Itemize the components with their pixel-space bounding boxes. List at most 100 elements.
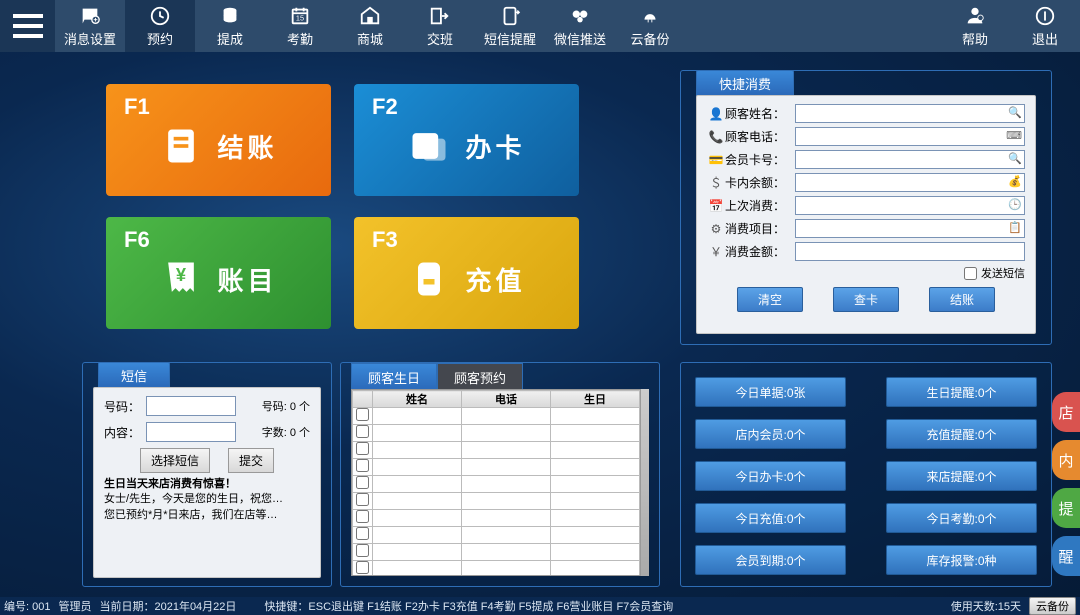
side-tab-2[interactable]: 提 <box>1052 488 1080 528</box>
suffix-icon[interactable]: 💰 <box>1008 175 1022 188</box>
suffix-icon[interactable]: ⌨ <box>1006 129 1022 142</box>
top-right-0[interactable]: 帮助 <box>940 0 1010 52</box>
stat-btn-1[interactable]: 生日提醒:0个 <box>886 377 1037 407</box>
tile-label: 充值 <box>465 261 525 298</box>
stat-btn-0[interactable]: 今日单据:0张 <box>695 377 846 407</box>
row-check[interactable] <box>356 459 369 472</box>
side-tab-3[interactable]: 醒 <box>1052 536 1080 576</box>
stats-panel: 今日单据:0张 生日提醒:0个店内会员:0个 充值提醒:0个今日办卡:0个 来店提醒:… <box>680 362 1052 587</box>
col-header <box>353 391 373 408</box>
stat-btn-8[interactable]: 会员到期:0个 <box>695 545 846 575</box>
table-panel: 顾客生日 顾客预约 姓名电话生日 <box>340 362 660 587</box>
select-sms-button[interactable]: 选择短信 <box>140 448 210 473</box>
submit-sms-button[interactable]: 提交 <box>228 448 274 473</box>
tile-ledger[interactable]: F6 ¥ 账目 <box>106 217 331 329</box>
tile-newcard[interactable]: F2 办卡 <box>354 84 579 196</box>
status-id: 编号: 001 <box>4 598 50 614</box>
top-item-0[interactable]: 消息设置 <box>55 0 125 52</box>
top-item-8[interactable]: 云备份 <box>615 0 685 52</box>
stat-btn-4[interactable]: 今日办卡:0个 <box>695 461 846 491</box>
svg-text:¥: ¥ <box>176 264 187 285</box>
ledger-icon: ¥ <box>159 257 203 301</box>
table-row[interactable] <box>353 442 640 459</box>
table-row[interactable] <box>353 425 640 442</box>
stat-btn-2[interactable]: 店内会员:0个 <box>695 419 846 449</box>
row-check[interactable] <box>356 476 369 489</box>
table-row[interactable] <box>353 476 640 493</box>
table-row[interactable] <box>353 459 640 476</box>
settle-button[interactable]: 结账 <box>929 287 995 312</box>
row-check[interactable] <box>356 544 369 557</box>
suffix-icon[interactable]: 🔍 <box>1008 106 1022 119</box>
send-sms-checkbox[interactable] <box>964 267 977 280</box>
table-row[interactable] <box>353 408 640 425</box>
row-check[interactable] <box>356 408 369 421</box>
top-item-1[interactable]: 预约 <box>125 0 195 52</box>
field-input-6[interactable] <box>795 242 1025 261</box>
field-input-2[interactable] <box>795 150 1025 169</box>
side-tab-1[interactable]: 内 <box>1052 440 1080 480</box>
col-header: 姓名 <box>373 391 462 408</box>
top-item-6[interactable]: 短信提醒 <box>475 0 545 52</box>
field-label: 消费项目： <box>725 220 795 237</box>
stat-btn-7[interactable]: 今日考勤:0个 <box>886 503 1037 533</box>
side-tabs: 店内提醒 <box>1052 392 1080 576</box>
top-item-3[interactable]: 15考勤 <box>265 0 335 52</box>
field-input-5[interactable] <box>795 219 1025 238</box>
tile-recharge[interactable]: F3 充值 <box>354 217 579 329</box>
stat-btn-6[interactable]: 今日充值:0个 <box>695 503 846 533</box>
tab-reservation[interactable]: 顾客预约 <box>437 363 523 391</box>
table-row[interactable] <box>353 527 640 544</box>
scrollbar[interactable] <box>641 389 649 576</box>
sms-tpl-3: 您已预约*月*日来店，我们在店等… <box>104 509 278 521</box>
row-check[interactable] <box>356 561 369 574</box>
top-right-1[interactable]: 退出 <box>1010 0 1080 52</box>
cloud-backup-button[interactable]: 云备份 <box>1029 597 1076 615</box>
suffix-icon[interactable]: 🕒 <box>1008 198 1022 211</box>
field-label: 会员卡号： <box>725 151 795 168</box>
stat-btn-3[interactable]: 充值提醒:0个 <box>886 419 1037 449</box>
word-count: 字数: 0 个 <box>262 424 310 440</box>
row-check[interactable] <box>356 493 369 506</box>
status-admin: 管理员 <box>58 598 91 614</box>
row-check[interactable] <box>356 527 369 540</box>
quick-row-2: 💳会员卡号：🔍 <box>707 150 1025 169</box>
stat-btn-9[interactable]: 库存报警:0种 <box>886 545 1037 575</box>
suffix-icon[interactable]: 📋 <box>1008 221 1022 234</box>
clear-button[interactable]: 清空 <box>737 287 803 312</box>
stat-btn-5[interactable]: 来店提醒:0个 <box>886 461 1037 491</box>
table-row[interactable] <box>353 544 640 561</box>
tile-label: 办卡 <box>465 128 525 165</box>
top-item-2[interactable]: 提成 <box>195 0 265 52</box>
col-header: 生日 <box>551 391 640 408</box>
suffix-icon[interactable]: 🔍 <box>1008 152 1022 165</box>
top-item-4[interactable]: 商城 <box>335 0 405 52</box>
content-input[interactable] <box>146 422 236 442</box>
row-check[interactable] <box>356 442 369 455</box>
status-days: 使用天数:15天 <box>951 598 1021 614</box>
send-sms-label: 发送短信 <box>981 265 1025 281</box>
fkey-label: F1 <box>124 94 313 120</box>
check-button[interactable]: 查卡 <box>833 287 899 312</box>
field-input-1[interactable] <box>795 127 1025 146</box>
top-item-5[interactable]: 交班 <box>405 0 475 52</box>
field-input-4[interactable] <box>795 196 1025 215</box>
quick-consume-panel: 快捷消费 👤顾客姓名：🔍📞顾客电话：⌨💳会员卡号：🔍＄卡内余额：💰📅上次消费：🕒… <box>680 70 1052 345</box>
field-input-0[interactable] <box>795 104 1025 123</box>
tile-checkout[interactable]: F1 结账 <box>106 84 331 196</box>
number-input[interactable] <box>146 396 236 416</box>
row-check[interactable] <box>356 510 369 523</box>
field-label: 上次消费： <box>725 197 795 214</box>
fkey-label: F3 <box>372 227 561 253</box>
top-item-7[interactable]: 微信推送 <box>545 0 615 52</box>
recharge-icon <box>407 257 451 301</box>
menu-hamburger[interactable] <box>0 0 55 52</box>
row-check[interactable] <box>356 425 369 438</box>
table-row[interactable] <box>353 561 640 577</box>
side-tab-0[interactable]: 店 <box>1052 392 1080 432</box>
table-row[interactable] <box>353 493 640 510</box>
sms-panel: 短信 号码： 号码: 0 个 内容： 字数: 0 个 选择短信 提交 生日当天来… <box>82 362 332 587</box>
table-row[interactable] <box>353 510 640 527</box>
field-input-3[interactable] <box>795 173 1025 192</box>
tab-birthday[interactable]: 顾客生日 <box>351 363 437 391</box>
